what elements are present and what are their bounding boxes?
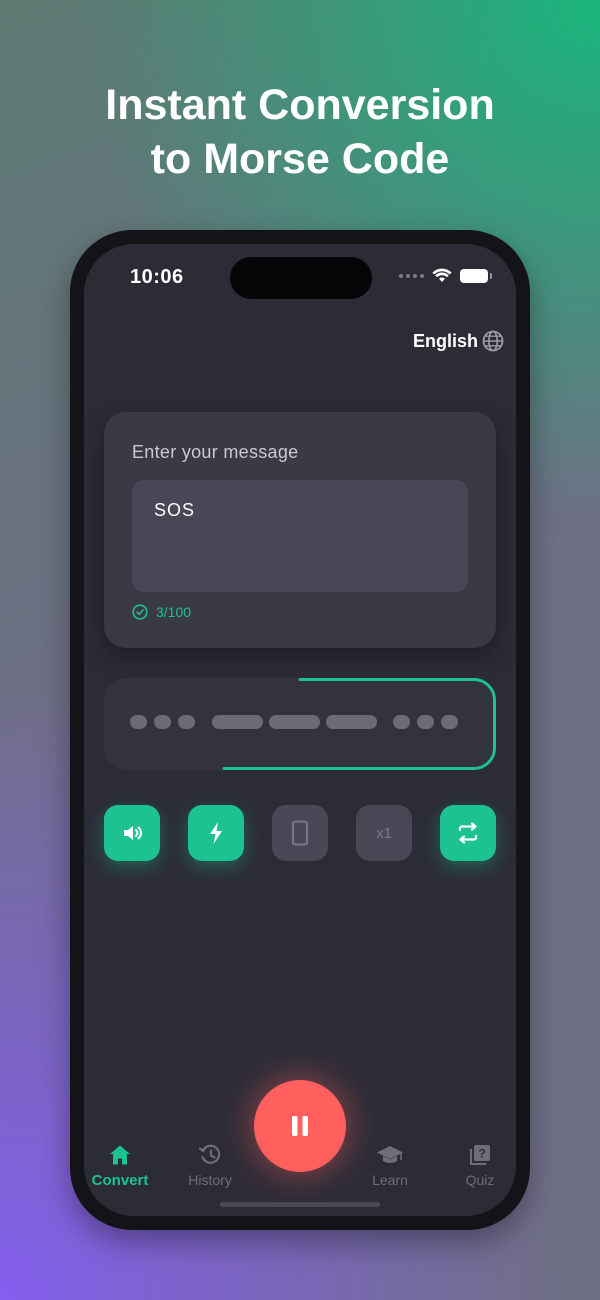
wifi-icon	[432, 268, 452, 282]
speed-label: x1	[376, 824, 392, 842]
home-icon	[110, 1145, 130, 1165]
speed-button[interactable]: x1	[356, 805, 412, 861]
tab-convert-label: Convert	[91, 1172, 149, 1189]
morse-dot	[130, 715, 147, 729]
morse-dot	[417, 715, 434, 729]
tab-history[interactable]: History	[170, 1144, 250, 1188]
tab-learn-label: Learn	[372, 1172, 408, 1188]
vibrate-button[interactable]	[272, 805, 328, 861]
pause-button[interactable]	[254, 1080, 346, 1172]
pause-icon	[292, 1116, 308, 1136]
headline-line-2: to Morse Code	[150, 135, 450, 183]
phone-icon	[292, 820, 308, 846]
character-counter: 3/100	[132, 604, 191, 620]
morse-dot	[393, 715, 410, 729]
headline: Instant Conversion to Morse Code	[0, 78, 600, 186]
tab-convert[interactable]: Convert	[84, 1144, 160, 1189]
morse-dash	[212, 715, 263, 729]
message-card: Enter your message SOS 3/100	[104, 412, 496, 648]
dynamic-island	[230, 257, 372, 299]
graduation-cap-icon	[377, 1146, 403, 1163]
home-indicator	[220, 1202, 380, 1207]
control-buttons: x1	[104, 805, 496, 861]
signal-dots-icon	[399, 273, 424, 278]
morse-output	[104, 678, 496, 770]
globe-icon	[482, 330, 504, 352]
speaker-icon	[124, 826, 142, 840]
message-input[interactable]: SOS	[132, 480, 468, 592]
language-selector[interactable]: English	[413, 330, 504, 352]
status-icons	[399, 268, 492, 283]
history-icon	[198, 1144, 221, 1164]
tab-quiz-label: Quiz	[465, 1172, 495, 1188]
swap-button[interactable]	[440, 805, 496, 861]
tab-history-label: History	[188, 1172, 232, 1188]
morse-dash	[269, 715, 320, 729]
morse-marks	[130, 715, 465, 729]
morse-dash	[326, 715, 377, 729]
morse-dot	[441, 715, 458, 729]
sound-button[interactable]	[104, 805, 160, 861]
morse-dot	[154, 715, 171, 729]
quiz-icon: ?	[470, 1145, 490, 1165]
tab-learn[interactable]: Learn	[350, 1144, 430, 1188]
status-time: 10:06	[130, 266, 184, 288]
counter-text: 3/100	[156, 604, 192, 620]
svg-text:?: ?	[478, 1147, 485, 1161]
morse-dot	[178, 715, 195, 729]
flash-button[interactable]	[188, 805, 244, 861]
phone-frame: 10:06 English Enter your message SOS 3/1…	[70, 230, 530, 1230]
swap-arrows-icon	[458, 822, 478, 844]
tab-quiz[interactable]: ? Quiz	[440, 1144, 516, 1188]
language-label: English	[412, 330, 478, 351]
flash-icon	[210, 822, 222, 844]
app-screen: 10:06 English Enter your message SOS 3/1…	[84, 244, 516, 1216]
message-label: Enter your message	[132, 442, 299, 462]
headline-line-1: Instant Conversion	[105, 81, 495, 129]
check-circle-icon	[132, 604, 148, 620]
battery-icon	[460, 268, 492, 283]
